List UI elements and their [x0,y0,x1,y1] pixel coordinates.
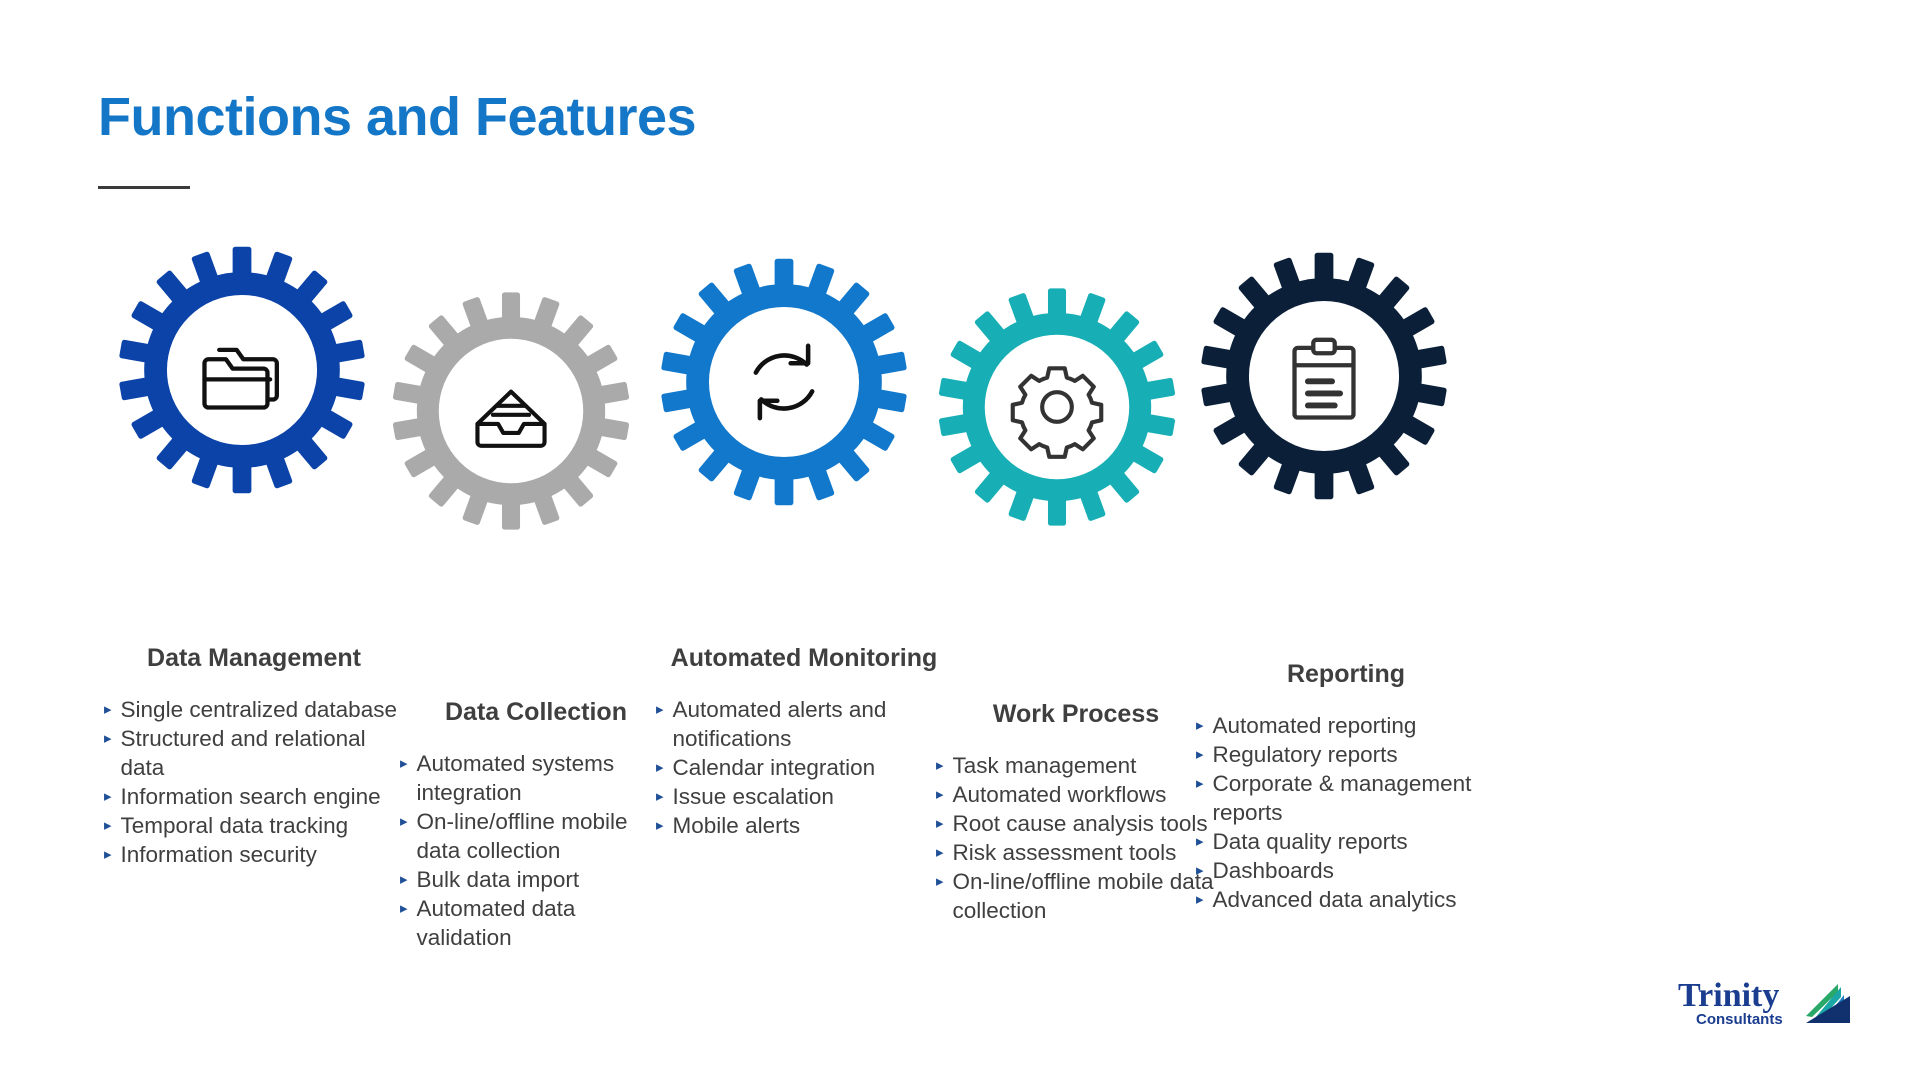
list-item-label: Information security [120,842,317,867]
list-item-label: Calendar integration [672,755,876,780]
list-item-label: Single centralized database [120,697,397,722]
list-item: ▸ Risk assessment tools [936,838,1216,867]
list-item: ▸ Automated reporting [1196,711,1496,740]
bullet-marker-icon: ▸ [1196,775,1204,792]
list-item-label: Data quality reports [1212,829,1408,854]
bullet-marker-icon: ▸ [400,900,408,917]
list-item: ▸ Root cause analysis tools [936,809,1216,838]
logo-tagline: Consultants [1696,1011,1783,1028]
list-item: ▸ Information search engine [104,782,404,811]
list-item: ▸ Data quality reports [1196,827,1496,856]
bullet-marker-icon: ▸ [656,788,664,805]
bullet-marker-icon: ▸ [104,846,112,863]
list-item-label: On-line/offline mobile data collection [416,809,628,863]
bullet-marker-icon: ▸ [104,701,112,718]
fan-sail-icon [1806,984,1850,1023]
bullet-marker-icon: ▸ [400,755,408,772]
list-item-label: Automated workflows [952,782,1167,807]
bullet-marker-icon: ▸ [1196,746,1204,763]
logo-wordmark: Trinity [1678,977,1779,1014]
column-automated-monitoring: Automated Monitoring ▸ Automated alerts a… [656,644,952,840]
list-item: ▸ Mobile alerts [656,811,952,840]
bullet-marker-icon: ▸ [104,788,112,805]
gear-automated-monitoring [650,248,918,516]
bullet-marker-icon: ▸ [1196,833,1204,850]
list-item-label: Task management [952,753,1137,778]
list-item-label: Corporate & management reports [1212,771,1472,825]
list-item-label: Mobile alerts [672,813,801,838]
list-item-label: Issue escalation [672,784,834,809]
column-heading: Data Collection [445,698,627,726]
column-reporting: Reporting ▸ Automated reporting ▸ Regulato… [1196,660,1496,914]
list-item-label: Root cause analysis tools [952,811,1208,836]
list-item: ▸ Automated alerts and notifications [656,695,952,753]
list-item: ▸ Calendar integration [656,753,952,782]
list-item-label: Automated data validation [416,896,576,950]
bullet-list: ▸ Single centralized database ▸ Structured… [104,695,404,869]
column-heading: Data Management [147,644,361,672]
list-item-label: Automated systems integration [416,751,615,805]
trinity-consultants-logo: Trinity Consultants [1678,976,1878,1038]
bullet-marker-icon: ▸ [400,871,408,888]
list-item-label: Dashboards [1212,858,1334,883]
gear-data-management [108,236,376,504]
list-item: ▸ Dashboards [1196,856,1496,885]
list-item: ▸ Structured and relational data [104,724,404,782]
column-data-management: Data Management ▸ Single centralized data… [104,644,404,869]
bullet-marker-icon: ▸ [104,817,112,834]
column-heading: Reporting [1286,660,1406,688]
column-work-process: Work Process ▸ Task management ▸ Automated… [936,700,1216,925]
bullet-marker-icon: ▸ [1196,891,1204,908]
list-item: ▸ Bulk data import [400,865,672,894]
column-data-collection: Data Collection ▸ Automated systems integ… [400,698,672,952]
list-item: ▸ Automated workflows [936,780,1216,809]
list-item: ▸ Corporate & management reports [1196,769,1496,827]
bullet-marker-icon: ▸ [936,757,944,774]
gear-work-process [928,278,1186,536]
list-item-label: Automated reporting [1212,713,1417,738]
list-item: ▸ Automated systems integration [400,749,672,807]
list-item-label: Advanced data analytics [1212,887,1457,912]
bullet-list: ▸ Automated alerts and notifications ▸ Cal… [656,695,952,840]
bullet-marker-icon: ▸ [1196,717,1204,734]
list-item: ▸ Regulatory reports [1196,740,1496,769]
list-item-label: Regulatory reports [1212,742,1398,767]
bullet-marker-icon: ▸ [936,786,944,803]
list-item: ▸ On-line/offline mobile data collection [936,867,1216,925]
list-item-label: Risk assessment tools [952,840,1177,865]
bullet-marker-icon: ▸ [656,817,664,834]
list-item-label: Bulk data import [416,867,580,892]
bullet-marker-icon: ▸ [400,813,408,830]
list-item: ▸ Temporal data tracking [104,811,404,840]
list-item-label: Information search engine [120,784,381,809]
list-item-label: On-line/offline mobile data collection [952,869,1214,923]
list-item: ▸ Issue escalation [656,782,952,811]
list-item: ▸ Automated data validation [400,894,672,952]
list-item: ▸ Information security [104,840,404,869]
column-heading: Automated Monitoring [670,644,938,672]
bullet-marker-icon: ▸ [656,759,664,776]
list-item: ▸ On-line/offline mobile data collection [400,807,672,865]
slide-canvas: Functions and Features Data Management ▸… [0,0,1920,1080]
bullet-list: ▸ Task management ▸ Automated workflows ▸ R… [936,751,1216,925]
list-item: ▸ Advanced data analytics [1196,885,1496,914]
bullet-list: ▸ Automated systems integration ▸ On-line/… [400,749,672,952]
column-heading: Work Process [992,700,1160,728]
bullet-marker-icon: ▸ [656,701,664,718]
list-item: ▸ Task management [936,751,1216,780]
gear-data-collection [382,282,640,540]
bullet-marker-icon: ▸ [936,873,944,890]
bullet-marker-icon: ▸ [1196,862,1204,879]
list-item-label: Temporal data tracking [120,813,349,838]
bullet-marker-icon: ▸ [936,844,944,861]
bullet-marker-icon: ▸ [104,730,112,747]
list-item-label: Structured and relational data [120,726,366,780]
list-item: ▸ Single centralized database [104,695,404,724]
bullet-marker-icon: ▸ [936,815,944,832]
bullet-list: ▸ Automated reporting ▸ Regulatory reports… [1196,711,1496,914]
gear-reporting [1190,242,1458,510]
list-item-label: Automated alerts and notifications [672,697,887,751]
